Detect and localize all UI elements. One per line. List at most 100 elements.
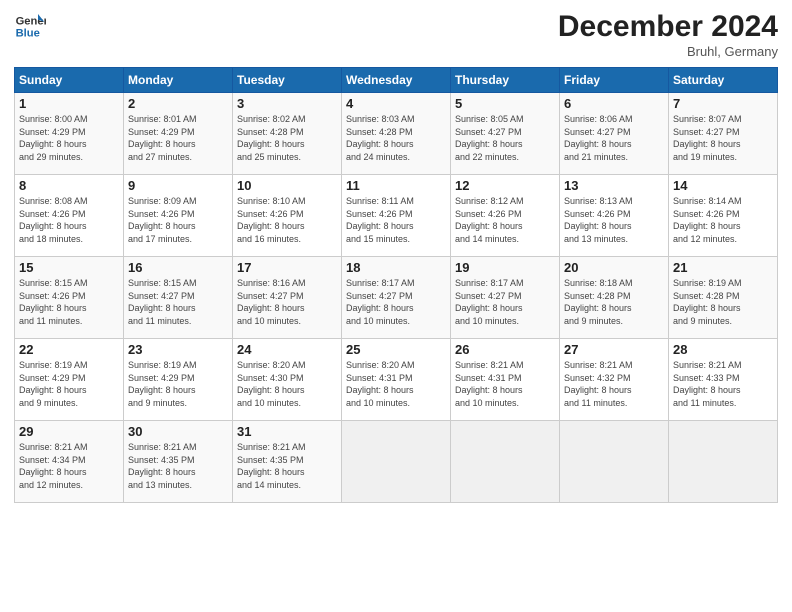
day-number: 11 [346, 178, 446, 193]
calendar-cell: 24 Sunrise: 8:20 AM Sunset: 4:30 PM Dayli… [233, 339, 342, 421]
calendar-cell: 20Sunrise: 8:18 AM Sunset: 4:28 PM Dayli… [560, 257, 669, 339]
calendar-header-cell: Friday [560, 68, 669, 93]
calendar-cell: 15Sunrise: 8:15 AM Sunset: 4:26 PM Dayli… [15, 257, 124, 339]
calendar-cell [560, 421, 669, 503]
calendar-header-cell: Sunday [15, 68, 124, 93]
calendar-cell [451, 421, 560, 503]
calendar-cell: 11 Sunrise: 8:11 AM Sunset: 4:26 PM Dayli… [342, 175, 451, 257]
day-info: Sunrise: 8:09 AM Sunset: 4:26 PM Dayligh… [128, 195, 228, 245]
calendar-cell: 21 Sunrise: 8:19 AM Sunset: 4:28 PM Dayli… [669, 257, 778, 339]
day-info: Sunrise: 8:21 AM Sunset: 4:33 PM Dayligh… [673, 359, 773, 409]
day-number: 13 [564, 178, 664, 193]
day-info: Sunrise: 8:21 AM Sunset: 4:35 PM Dayligh… [128, 441, 228, 491]
day-number: 16 [128, 260, 228, 275]
month-title: December 2024 [558, 10, 778, 44]
calendar-cell: 19 Sunrise: 8:17 AM Sunset: 4:27 PM Dayli… [451, 257, 560, 339]
day-number: 12 [455, 178, 555, 193]
day-number: 1 [19, 96, 119, 111]
day-number: 19 [455, 260, 555, 275]
day-info: Sunrise: 8:17 AM Sunset: 4:27 PM Dayligh… [346, 277, 446, 327]
calendar-header-cell: Tuesday [233, 68, 342, 93]
day-number: 3 [237, 96, 337, 111]
calendar-week-row: 22 Sunrise: 8:19 AM Sunset: 4:29 PM Dayli… [15, 339, 778, 421]
day-number: 26 [455, 342, 555, 357]
calendar-cell: 12 Sunrise: 8:12 AM Sunset: 4:26 PM Dayli… [451, 175, 560, 257]
calendar-cell: 29 Sunrise: 8:21 AM Sunset: 4:34 PM Dayli… [15, 421, 124, 503]
calendar-week-row: 15Sunrise: 8:15 AM Sunset: 4:26 PM Dayli… [15, 257, 778, 339]
day-number: 29 [19, 424, 119, 439]
day-number: 2 [128, 96, 228, 111]
day-number: 25 [346, 342, 446, 357]
day-number: 18 [346, 260, 446, 275]
day-info: Sunrise: 8:03 AM Sunset: 4:28 PM Dayligh… [346, 113, 446, 163]
calendar-cell [342, 421, 451, 503]
calendar-cell: 27Sunrise: 8:21 AM Sunset: 4:32 PM Dayli… [560, 339, 669, 421]
calendar-header-cell: Wednesday [342, 68, 451, 93]
page-container: General Blue December 2024 Bruhl, German… [0, 0, 792, 513]
calendar-cell: 10 Sunrise: 8:10 AM Sunset: 4:26 PM Dayli… [233, 175, 342, 257]
day-number: 24 [237, 342, 337, 357]
calendar-header-cell: Monday [124, 68, 233, 93]
calendar-cell: 26Sunrise: 8:21 AM Sunset: 4:31 PM Dayli… [451, 339, 560, 421]
calendar-header-cell: Saturday [669, 68, 778, 93]
day-number: 6 [564, 96, 664, 111]
calendar-cell: 14Sunrise: 8:14 AM Sunset: 4:26 PM Dayli… [669, 175, 778, 257]
day-info: Sunrise: 8:20 AM Sunset: 4:31 PM Dayligh… [346, 359, 446, 409]
day-info: Sunrise: 8:21 AM Sunset: 4:34 PM Dayligh… [19, 441, 119, 491]
day-number: 28 [673, 342, 773, 357]
day-number: 10 [237, 178, 337, 193]
calendar-cell: 6Sunrise: 8:06 AM Sunset: 4:27 PM Daylig… [560, 93, 669, 175]
subtitle: Bruhl, Germany [558, 44, 778, 59]
day-number: 15 [19, 260, 119, 275]
header: General Blue December 2024 Bruhl, German… [14, 10, 778, 59]
day-number: 21 [673, 260, 773, 275]
day-info: Sunrise: 8:21 AM Sunset: 4:32 PM Dayligh… [564, 359, 664, 409]
day-number: 22 [19, 342, 119, 357]
svg-text:Blue: Blue [16, 27, 40, 39]
day-number: 5 [455, 96, 555, 111]
calendar-cell: 8 Sunrise: 8:08 AM Sunset: 4:26 PM Daylig… [15, 175, 124, 257]
day-number: 8 [19, 178, 119, 193]
logo: General Blue [14, 10, 46, 42]
day-number: 4 [346, 96, 446, 111]
calendar-cell: 7 Sunrise: 8:07 AM Sunset: 4:27 PM Daylig… [669, 93, 778, 175]
calendar-cell: 4 Sunrise: 8:03 AM Sunset: 4:28 PM Daylig… [342, 93, 451, 175]
day-info: Sunrise: 8:10 AM Sunset: 4:26 PM Dayligh… [237, 195, 337, 245]
day-info: Sunrise: 8:19 AM Sunset: 4:29 PM Dayligh… [128, 359, 228, 409]
calendar-header-cell: Thursday [451, 68, 560, 93]
day-number: 9 [128, 178, 228, 193]
calendar-cell: 1Sunrise: 8:00 AM Sunset: 4:29 PM Daylig… [15, 93, 124, 175]
calendar-cell [669, 421, 778, 503]
calendar-cell: 17 Sunrise: 8:16 AM Sunset: 4:27 PM Dayli… [233, 257, 342, 339]
calendar-cell: 16Sunrise: 8:15 AM Sunset: 4:27 PM Dayli… [124, 257, 233, 339]
day-info: Sunrise: 8:13 AM Sunset: 4:26 PM Dayligh… [564, 195, 664, 245]
calendar-cell: 18 Sunrise: 8:17 AM Sunset: 4:27 PM Dayli… [342, 257, 451, 339]
day-info: Sunrise: 8:17 AM Sunset: 4:27 PM Dayligh… [455, 277, 555, 327]
day-info: Sunrise: 8:01 AM Sunset: 4:29 PM Dayligh… [128, 113, 228, 163]
day-info: Sunrise: 8:12 AM Sunset: 4:26 PM Dayligh… [455, 195, 555, 245]
day-info: Sunrise: 8:07 AM Sunset: 4:27 PM Dayligh… [673, 113, 773, 163]
calendar-week-row: 1Sunrise: 8:00 AM Sunset: 4:29 PM Daylig… [15, 93, 778, 175]
day-info: Sunrise: 8:19 AM Sunset: 4:29 PM Dayligh… [19, 359, 119, 409]
calendar-cell: 3 Sunrise: 8:02 AM Sunset: 4:28 PM Daylig… [233, 93, 342, 175]
calendar-cell: 30 Sunrise: 8:21 AM Sunset: 4:35 PM Dayli… [124, 421, 233, 503]
calendar-cell: 22 Sunrise: 8:19 AM Sunset: 4:29 PM Dayli… [15, 339, 124, 421]
day-number: 30 [128, 424, 228, 439]
day-number: 17 [237, 260, 337, 275]
day-info: Sunrise: 8:11 AM Sunset: 4:26 PM Dayligh… [346, 195, 446, 245]
calendar-cell: 9 Sunrise: 8:09 AM Sunset: 4:26 PM Daylig… [124, 175, 233, 257]
day-info: Sunrise: 8:02 AM Sunset: 4:28 PM Dayligh… [237, 113, 337, 163]
calendar-cell: 2 Sunrise: 8:01 AM Sunset: 4:29 PM Daylig… [124, 93, 233, 175]
calendar-body: 1Sunrise: 8:00 AM Sunset: 4:29 PM Daylig… [15, 93, 778, 503]
day-info: Sunrise: 8:19 AM Sunset: 4:28 PM Dayligh… [673, 277, 773, 327]
calendar-header-row: SundayMondayTuesdayWednesdayThursdayFrid… [15, 68, 778, 93]
day-info: Sunrise: 8:08 AM Sunset: 4:26 PM Dayligh… [19, 195, 119, 245]
calendar-table: SundayMondayTuesdayWednesdayThursdayFrid… [14, 67, 778, 503]
day-info: Sunrise: 8:16 AM Sunset: 4:27 PM Dayligh… [237, 277, 337, 327]
day-number: 7 [673, 96, 773, 111]
day-info: Sunrise: 8:20 AM Sunset: 4:30 PM Dayligh… [237, 359, 337, 409]
calendar-cell: 23 Sunrise: 8:19 AM Sunset: 4:29 PM Dayli… [124, 339, 233, 421]
day-number: 23 [128, 342, 228, 357]
calendar-week-row: 29 Sunrise: 8:21 AM Sunset: 4:34 PM Dayli… [15, 421, 778, 503]
calendar-cell: 25 Sunrise: 8:20 AM Sunset: 4:31 PM Dayli… [342, 339, 451, 421]
